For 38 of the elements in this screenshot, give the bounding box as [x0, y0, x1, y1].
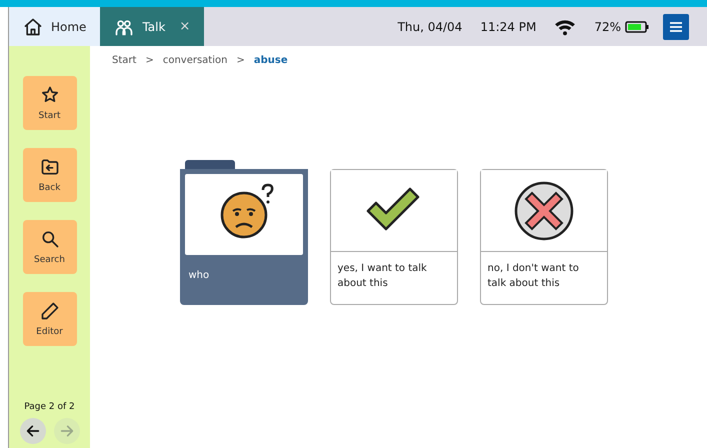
tile-label: yes, I want to talk about this [336, 262, 428, 290]
folder-tile[interactable]: who [180, 160, 308, 305]
menu-button[interactable] [663, 14, 689, 40]
cross-circle-icon [514, 181, 573, 240]
tab[interactable]: Home [9, 7, 100, 46]
menu-icon [669, 20, 683, 32]
pencil-icon [40, 301, 60, 321]
previous-page-button[interactable] [20, 418, 46, 444]
sidebar-button[interactable]: Start [22, 76, 76, 130]
check-mark-icon [366, 187, 419, 230]
close-icon[interactable]: × [179, 19, 190, 34]
search-icon [40, 229, 60, 249]
sidebar-button[interactable]: Editor [22, 292, 76, 346]
tile-label: who [188, 269, 210, 283]
folder-tab [184, 160, 234, 169]
battery-percent: 72% [594, 20, 621, 34]
tab[interactable]: Talk × [100, 7, 204, 46]
breadcrumb-link[interactable]: abuse [254, 55, 288, 66]
folder-arrow-icon [40, 157, 60, 177]
date: Thu, 04/04 [398, 20, 462, 34]
confused-face-icon [220, 183, 273, 238]
symbol-tile[interactable]: yes, I want to talk about this [330, 169, 458, 305]
battery-icon [625, 20, 649, 32]
time: 11:24 PM [480, 20, 536, 34]
house-icon [23, 16, 43, 36]
wifi-icon [554, 18, 576, 36]
breadcrumb-link[interactable]: conversation [162, 55, 228, 66]
left-arrow-icon [24, 423, 40, 439]
tile-label: no, I don't want to talk about this [486, 262, 580, 290]
chevron-icon: > [236, 55, 245, 66]
star-icon [40, 85, 60, 105]
sidebar-button[interactable]: Back [22, 148, 76, 202]
symbol-tile[interactable]: no, I don't want to talk about this [480, 169, 608, 305]
chevron-icon: > [145, 55, 154, 66]
breadcrumb-link[interactable]: Start [112, 55, 136, 66]
right-arrow-icon [58, 423, 74, 439]
page-indicator: Page 2 of 2 [24, 402, 75, 412]
sidebar-button[interactable]: Search [22, 220, 76, 274]
